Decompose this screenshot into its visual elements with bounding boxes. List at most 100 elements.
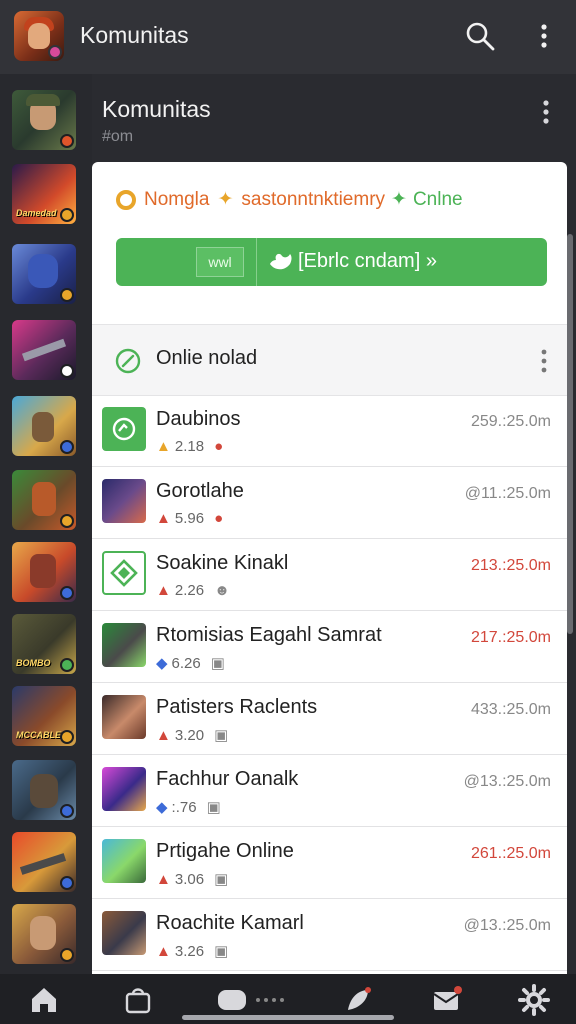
row-name: Soakine Kinakl [156, 552, 289, 574]
diamond-icon: ◆ [156, 799, 168, 816]
rail-badge [60, 208, 74, 222]
join-button-label: [Ebrlc cndam] » [298, 250, 437, 272]
list-item[interactable]: Fachhur Oanalk ◆:.76 ▣ @13.:25.0m [92, 756, 567, 827]
rail-caption: BOMBO [16, 658, 51, 668]
row-meta: ▲ 5.96 ● [156, 510, 224, 527]
row-name: Fachhur Oanalk [156, 768, 299, 790]
button-box: wwl [196, 247, 244, 277]
list-item[interactable]: Rtomisias Eagahl Samrat ◆ 6.26 ▣ 217.:25.0… [92, 612, 567, 683]
emoji-icon: ☻ [214, 582, 230, 599]
fire-icon: ▲ [156, 582, 171, 599]
app-title: Komunitas [80, 22, 189, 48]
row-name: Prtigahe Online [156, 840, 294, 862]
app-avatar[interactable] [14, 11, 64, 61]
header-more-icon[interactable] [532, 96, 560, 128]
rail-badge [60, 730, 74, 744]
rail-community-9[interactable]: MCCABLE [12, 686, 76, 746]
rail-badge [60, 876, 74, 890]
rail-community-3[interactable] [12, 244, 76, 304]
row-thumbnail [102, 839, 146, 883]
image-icon: ▣ [214, 727, 229, 744]
row-name: Rtomisias Eagahl Samrat [156, 624, 382, 646]
row-time: @13.:25.0m [463, 773, 551, 790]
image-icon: ▣ [206, 799, 221, 816]
leaf-icon: ✦ [391, 189, 407, 210]
row-time: @11.:25.0m [464, 485, 551, 502]
rail-badge [60, 948, 74, 962]
row-meta: ◆ 6.26 ▣ [156, 654, 225, 673]
feather-icon: ✦ [217, 189, 234, 210]
row-thumbnail [102, 767, 146, 811]
image-icon: ▣ [214, 943, 229, 960]
fire-icon: ▲ [156, 438, 171, 455]
list-item[interactable]: Soakine Kinakl ▲ 2.26 ☻ 213.:25.0m [92, 540, 567, 611]
list-item[interactable]: Prtigahe Online ▲ 3.06 ▣ 261.:25.0m [92, 828, 567, 899]
row-meta: ▲ 3.20 ▣ [156, 726, 229, 745]
row-time: 259.:25.0m [470, 413, 551, 430]
app-bar: Komunitas [0, 0, 576, 74]
community-panel: Nomgla ✦ sastonntnktiemry ✦ Cnlne wwl [E… [92, 162, 567, 974]
row-name: Daubinos [156, 408, 241, 430]
pin-icon: ● [214, 438, 224, 455]
diamond-icon: ◆ [156, 655, 168, 672]
rail-community-6[interactable] [12, 470, 76, 530]
row-name: Gorotlahe [156, 480, 244, 502]
row-meta: ▲ 3.26 ▣ [156, 942, 229, 961]
avatar-face [28, 23, 50, 49]
community-rail: Damedad BOMBO MCCABLE [0, 74, 92, 974]
rail-community-7[interactable] [12, 542, 76, 602]
join-button[interactable]: wwl [Ebrlc cndam] » [116, 238, 547, 286]
rail-badge [60, 514, 74, 528]
row-thumbnail [102, 407, 146, 451]
rail-community-2[interactable]: Damedad [12, 164, 76, 224]
row-time: 433.:25.0m [470, 701, 551, 718]
online-section-header[interactable]: Onlie nolad [92, 324, 567, 396]
rail-community-10[interactable] [12, 760, 76, 820]
fire-icon: ▲ [156, 726, 171, 744]
fire-icon: ▲ [156, 870, 171, 888]
inbox-icon[interactable] [428, 982, 464, 1018]
rail-badge [60, 364, 74, 378]
more-vertical-icon[interactable] [526, 18, 562, 54]
bag-icon[interactable] [120, 982, 156, 1018]
rail-community-5[interactable] [12, 396, 76, 456]
image-icon: ▣ [210, 655, 225, 672]
list-item[interactable]: Gorotlahe ▲ 5.96 ● @11.:25.0m [92, 468, 567, 539]
row-time: 213.:25.0m [470, 557, 551, 574]
list-item[interactable]: Roachite Kamarl ▲ 3.26 ▣ @13.:25.0m [92, 900, 567, 971]
rail-badge [60, 288, 74, 302]
row-thumbnail [102, 479, 146, 523]
search-icon[interactable] [462, 18, 498, 54]
status-text-2: sastonntnktiemry [241, 188, 386, 210]
home-icon[interactable] [26, 982, 62, 1018]
list-item[interactable]: Patisters Raclents ▲ 3.20 ▣ 433.:25.0m [92, 684, 567, 755]
bird-icon [270, 253, 292, 270]
rail-badge [60, 440, 74, 454]
row-thumbnail [102, 623, 146, 667]
scrollbar[interactable] [567, 234, 573, 634]
feather-icon[interactable] [340, 982, 376, 1018]
rail-community-1[interactable] [12, 90, 76, 150]
status-circle-icon [116, 189, 136, 210]
home-indicator[interactable] [182, 1015, 394, 1020]
rail-badge [60, 658, 74, 672]
row-name: Roachite Kamarl [156, 912, 304, 934]
rail-community-12[interactable] [12, 904, 76, 964]
list-item[interactable]: Daubinos ▲ 2.18 ● 259.:25.0m [92, 396, 567, 467]
status-line: Nomgla ✦ sastonntnktiemry ✦ Cnlne [116, 188, 463, 211]
row-meta: ◆:.76 ▣ [156, 798, 221, 817]
image-icon: ▣ [214, 871, 229, 888]
rail-caption: Damedad [16, 208, 57, 218]
controller-icon[interactable] [214, 982, 294, 1018]
row-time: 261.:25.0m [470, 845, 551, 862]
rail-community-4[interactable] [12, 320, 76, 380]
rail-community-8[interactable]: BOMBO [12, 614, 76, 674]
community-title: Komunitas [102, 96, 211, 122]
rail-community-11[interactable] [12, 832, 76, 892]
button-separator [256, 238, 257, 286]
fire-icon: ▲ [156, 510, 171, 527]
section-label: Onlie nolad [156, 347, 258, 369]
settings-icon[interactable] [516, 982, 552, 1018]
section-more-icon[interactable] [532, 345, 556, 377]
rail-badge [60, 134, 74, 148]
